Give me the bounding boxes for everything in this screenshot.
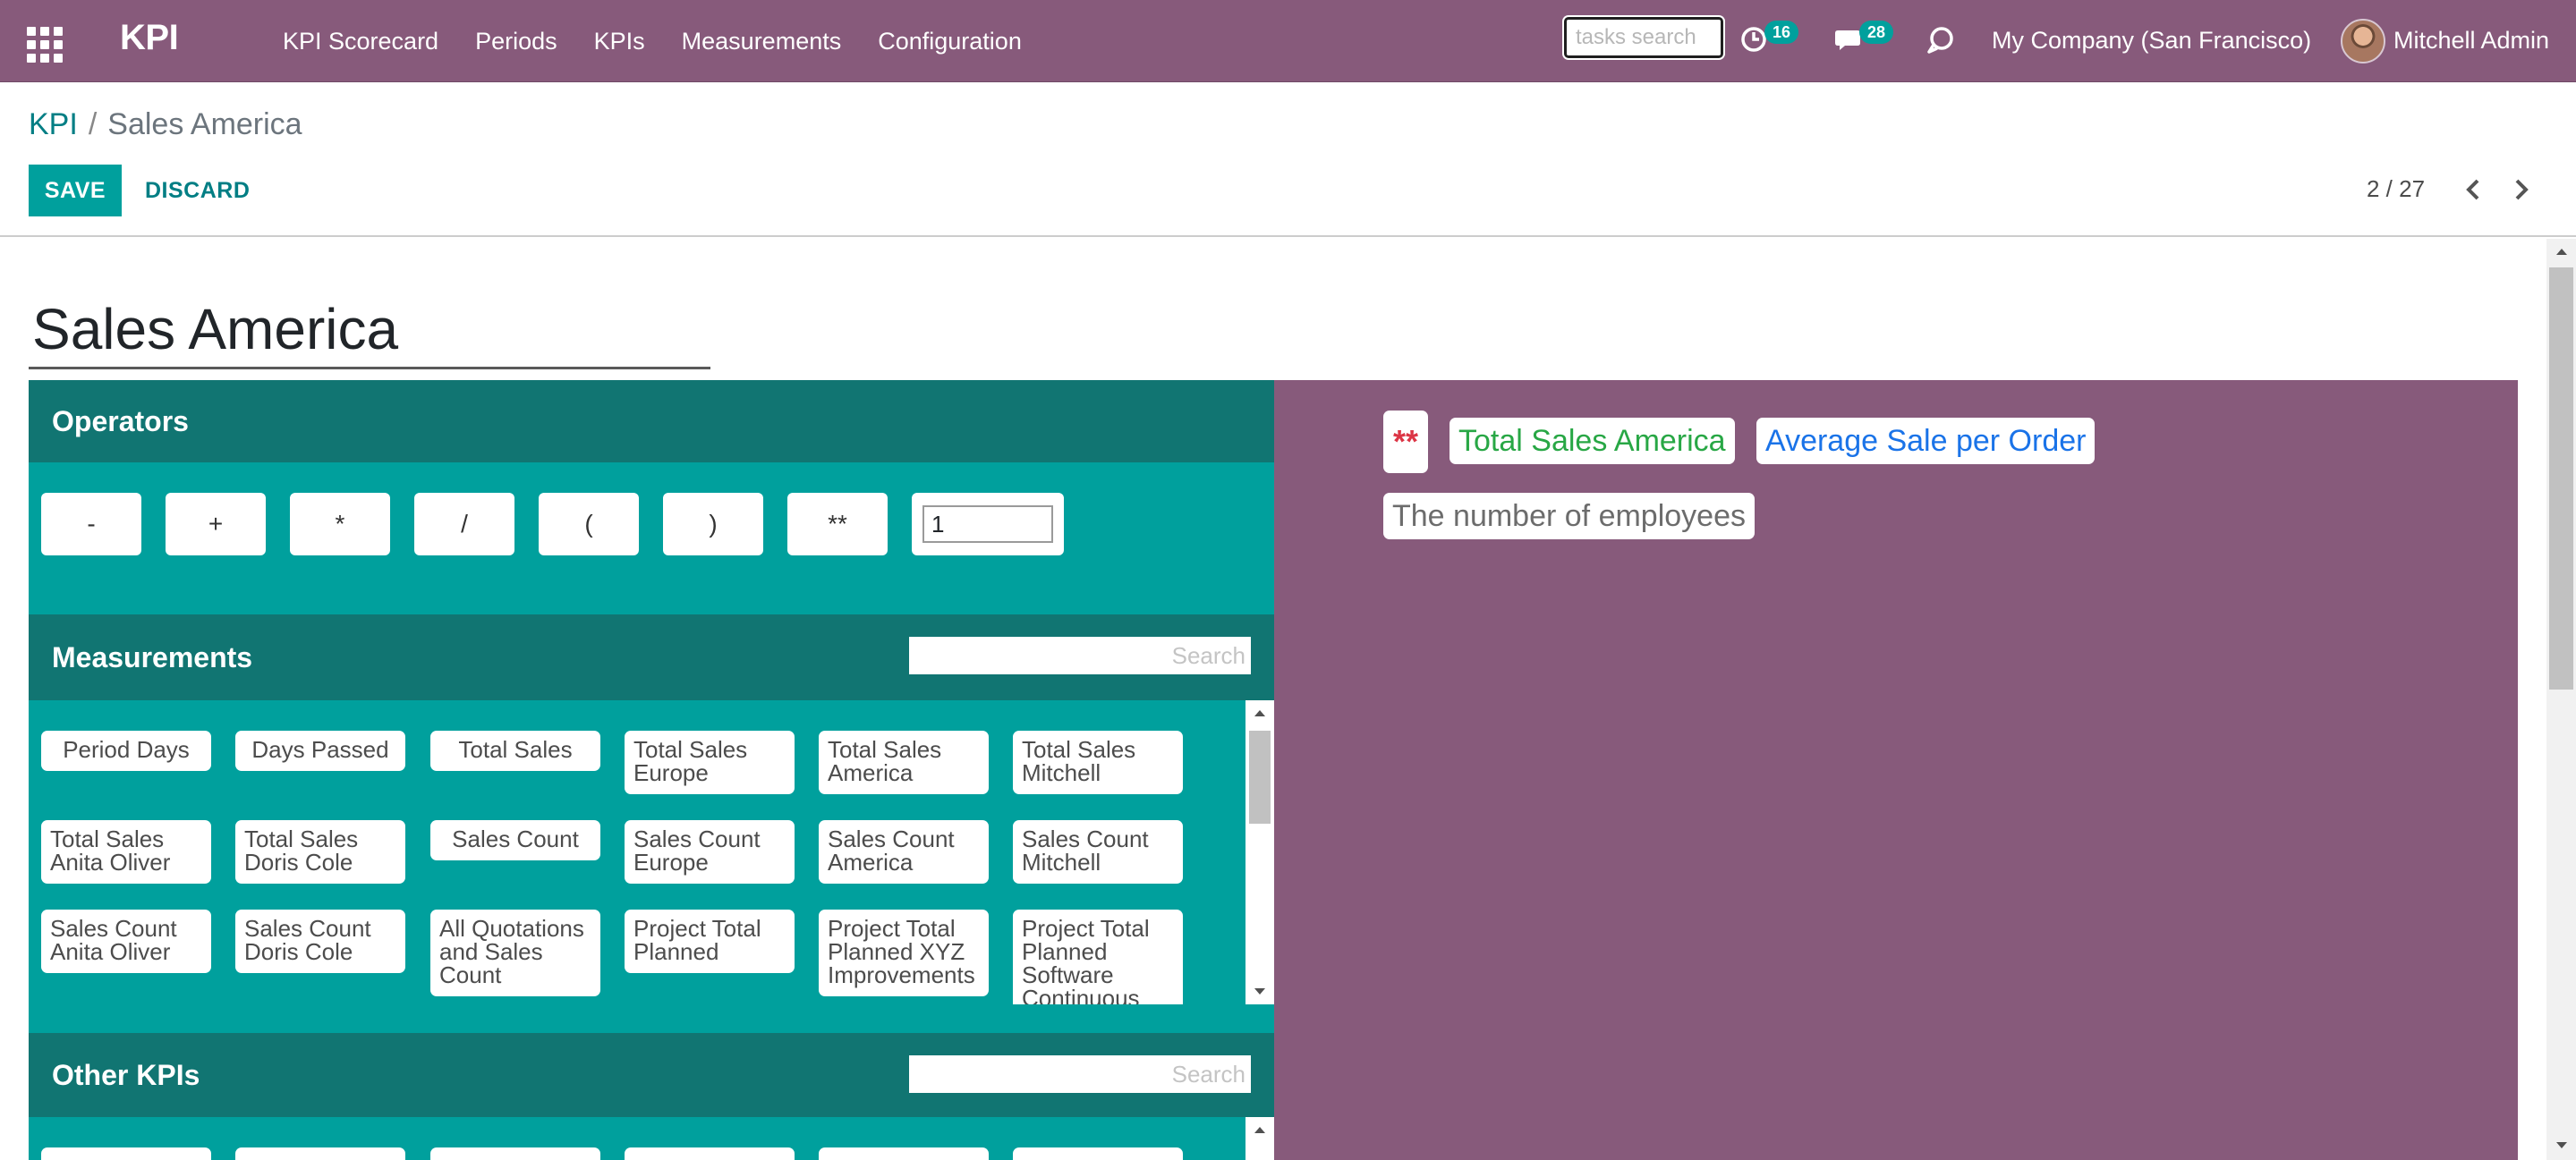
measurement-chip[interactable]: Sales Count Anita Oliver <box>41 910 211 973</box>
measurements-header: Measurements <box>29 614 1274 700</box>
breadcrumb: KPI / Sales America <box>29 107 302 142</box>
form-sheet: Operators - + * / ( ) ** Measurements Pe… <box>0 239 2576 1160</box>
measurement-chip[interactable]: Sales Count Mitchell <box>1013 820 1183 884</box>
formula-token-operator[interactable]: ** <box>1383 411 1428 473</box>
user-menu[interactable]: Mitchell Admin <box>2393 27 2549 55</box>
kpi-chip[interactable] <box>819 1147 989 1160</box>
measurement-chip[interactable]: Sales Count America <box>819 820 989 884</box>
other-kpis-list <box>29 1117 1245 1160</box>
tasks-search-input[interactable] <box>1564 17 1723 58</box>
formula-token-constant[interactable]: The number of employees <box>1383 493 1755 539</box>
formula-token-measurement[interactable]: Total Sales America <box>1450 418 1735 464</box>
measurement-chip[interactable]: Total Sales <box>430 731 600 771</box>
formula-token-kpi[interactable]: Average Sale per Order <box>1756 418 2096 464</box>
measurement-chip[interactable]: Project Total Planned Software Continuou… <box>1013 910 1183 1004</box>
kpi-chip[interactable] <box>235 1147 405 1160</box>
measurement-chip[interactable]: Days Passed <box>235 731 405 771</box>
formula-panel: ** Total Sales America Average Sale per … <box>1274 380 2518 1160</box>
kpi-name-input[interactable] <box>29 291 710 369</box>
breadcrumb-parent-link[interactable]: KPI <box>29 107 78 141</box>
scroll-up-icon[interactable] <box>1245 1117 1274 1142</box>
company-switcher[interactable]: My Company (San Francisco) <box>1992 27 2311 55</box>
page-scrollbar[interactable] <box>2546 239 2576 1160</box>
measurement-chip[interactable]: Total Sales Mitchell <box>1013 731 1183 794</box>
messages-button[interactable]: 28 <box>1834 21 1894 58</box>
discard-button[interactable]: DISCARD <box>132 165 262 216</box>
measurement-chip[interactable]: Sales Count Doris Cole <box>235 910 405 973</box>
kpi-chip[interactable] <box>41 1147 211 1160</box>
scroll-down-icon[interactable] <box>2546 1133 2576 1158</box>
save-button[interactable]: SAVE <box>29 165 122 216</box>
chatter-button[interactable] <box>1926 25 1956 60</box>
number-constant-input[interactable] <box>922 505 1053 543</box>
top-navbar: KPI KPI Scorecard Periods KPIs Measureme… <box>0 0 2576 82</box>
other-kpis-title: Other KPIs <box>52 1058 200 1091</box>
breadcrumb-current: Sales America <box>107 107 302 141</box>
scroll-down-icon[interactable] <box>1245 979 1274 1004</box>
operator-plus-button[interactable]: + <box>166 493 266 555</box>
operator-multiply-button[interactable]: * <box>290 493 390 555</box>
measurement-chip[interactable]: Total Sales Europe <box>625 731 795 794</box>
operators-title: Operators <box>52 404 189 437</box>
measurement-chip[interactable]: All Quotations and Sales Count <box>430 910 600 996</box>
kpi-chip[interactable] <box>625 1147 795 1160</box>
measurement-chip[interactable]: Period Days <box>41 731 211 771</box>
measurement-chip[interactable]: Total Sales Anita Oliver <box>41 820 211 884</box>
kpi-chip[interactable] <box>1013 1147 1183 1160</box>
app-brand[interactable]: KPI <box>120 18 179 58</box>
scrollbar-thumb[interactable] <box>2549 267 2573 690</box>
pager-previous-button[interactable] <box>2455 172 2491 207</box>
main-menu: KPI Scorecard Periods KPIs Measurements … <box>283 0 1058 82</box>
apps-grid-icon[interactable] <box>27 27 63 63</box>
user-avatar[interactable] <box>2341 19 2385 64</box>
breadcrumb-separator: / <box>88 107 98 141</box>
operator-minus-button[interactable]: - <box>41 493 141 555</box>
operator-open-paren-button[interactable]: ( <box>539 493 639 555</box>
control-panel: KPI / Sales America SAVE DISCARD 2 / 27 <box>0 82 2576 237</box>
scroll-up-icon[interactable] <box>1245 700 1274 725</box>
pager-next-button[interactable] <box>2504 172 2539 207</box>
measurement-chip[interactable]: Total Sales America <box>819 731 989 794</box>
kpi-chip[interactable] <box>430 1147 600 1160</box>
activity-count-badge: 16 <box>1764 21 1799 44</box>
message-count-badge: 28 <box>1859 21 1894 44</box>
chat-bubble-outline-icon <box>1927 27 1953 54</box>
measurement-chip[interactable]: Sales Count Europe <box>625 820 795 884</box>
operator-close-paren-button[interactable]: ) <box>663 493 763 555</box>
operator-power-button[interactable]: ** <box>787 493 888 555</box>
measurements-search-input[interactable] <box>909 637 1251 674</box>
measurement-chip[interactable]: Project Total Planned <box>625 910 795 973</box>
other-kpis-search-input[interactable] <box>909 1055 1251 1093</box>
operators-header: Operators <box>29 380 1274 462</box>
menu-kpi-scorecard[interactable]: KPI Scorecard <box>283 28 438 55</box>
menu-configuration[interactable]: Configuration <box>878 28 1022 55</box>
formula-builder-panel: Operators - + * / ( ) ** Measurements Pe… <box>29 380 1274 1160</box>
scroll-up-icon[interactable] <box>2546 239 2576 264</box>
clock-icon <box>1741 27 1766 52</box>
measurements-list: Period Days Days Passed Total Sales Tota… <box>29 700 1245 1004</box>
menu-periods[interactable]: Periods <box>475 28 557 55</box>
other-kpis-scrollbar[interactable] <box>1245 1117 1274 1160</box>
measurement-chip[interactable]: Project Total Planned XYZ Improvements <box>819 910 989 996</box>
chevron-left-icon <box>2466 179 2479 200</box>
menu-kpis[interactable]: KPIs <box>594 28 645 55</box>
pager-value[interactable]: 2 / 27 <box>2367 175 2425 203</box>
scrollbar-thumb[interactable] <box>1249 731 1271 824</box>
other-kpis-header: Other KPIs <box>29 1033 1274 1117</box>
operator-divide-button[interactable]: / <box>414 493 514 555</box>
menu-measurements[interactable]: Measurements <box>682 28 842 55</box>
measurement-chip[interactable]: Sales Count <box>430 820 600 860</box>
measurements-scrollbar[interactable] <box>1245 700 1274 1004</box>
chevron-right-icon <box>2515 179 2529 200</box>
measurement-chip[interactable]: Total Sales Doris Cole <box>235 820 405 884</box>
measurements-title: Measurements <box>52 640 253 673</box>
number-constant-box <box>912 493 1064 555</box>
activity-button[interactable]: 16 <box>1739 21 1799 58</box>
